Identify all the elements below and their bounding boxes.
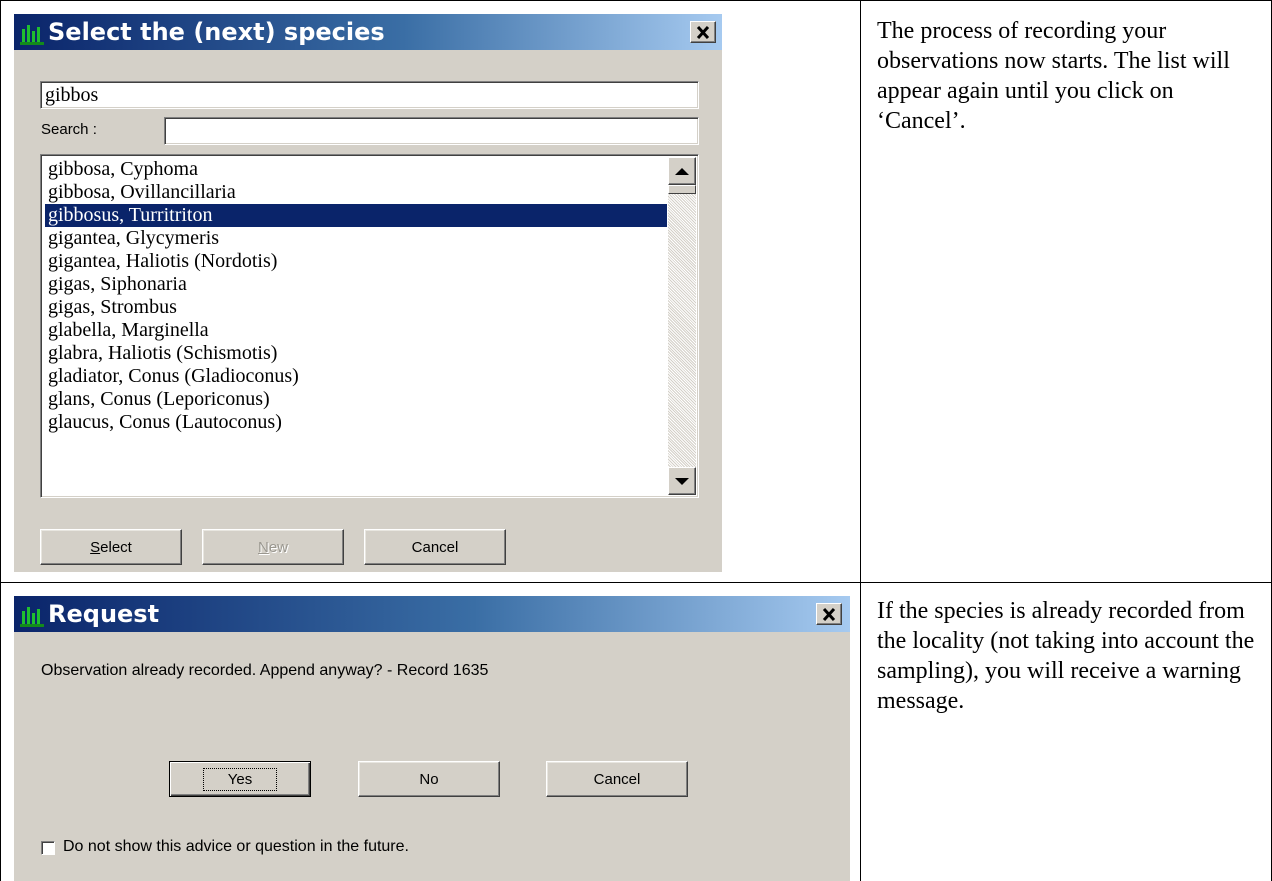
app-icon <box>20 607 44 627</box>
scroll-thumb[interactable] <box>668 185 696 194</box>
request-dialog: Request Observation already recorded. Ap… <box>14 596 850 881</box>
species-query-value: gibbos <box>45 84 99 106</box>
close-icon <box>822 607 836 621</box>
new-button-rest: ew <box>268 538 289 556</box>
caption-first: The process of recording your observatio… <box>877 18 1230 134</box>
scroll-up-icon <box>675 167 689 175</box>
new-button-label: New <box>258 539 288 556</box>
app-icon <box>20 25 44 45</box>
species-dialog-close-button[interactable] <box>690 21 716 43</box>
species-list-scrollbar[interactable] <box>668 157 696 495</box>
cancel-button[interactable]: Cancel <box>364 529 506 565</box>
list-item[interactable]: glabra, Haliotis (Schismotis) <box>45 342 667 365</box>
cancel-button-label: Cancel <box>411 538 459 556</box>
species-query-field[interactable]: gibbos <box>40 81 699 109</box>
caption-second: If the species is already recorded from … <box>877 598 1255 714</box>
select-button[interactable]: Select <box>40 529 182 565</box>
list-item[interactable]: gigantea, Glycymeris <box>45 227 667 250</box>
scroll-down-button[interactable] <box>668 467 696 495</box>
request-dialog-title: Request <box>48 600 160 628</box>
table-border-top <box>0 0 1272 1</box>
select-button-mnemonic: S <box>90 538 101 556</box>
list-item[interactable]: gigas, Siphonaria <box>45 273 667 296</box>
request-message: Observation already recorded. Append any… <box>41 662 489 679</box>
no-button-label: No <box>419 770 439 788</box>
list-item[interactable]: gigas, Strombus <box>45 296 667 319</box>
select-button-label: Select <box>90 539 132 556</box>
species-dialog-titlebar[interactable]: Select the (next) species <box>14 14 722 50</box>
request-cancel-button-label: Cancel <box>593 770 641 788</box>
no-button[interactable]: No <box>358 761 500 797</box>
table-column-divider <box>860 0 861 881</box>
species-list[interactable]: gibbosa, Cyphoma gibbosa, Ovillancillaria… <box>40 154 699 498</box>
scroll-up-button[interactable] <box>668 157 696 185</box>
yes-button-label: Yes <box>202 767 278 791</box>
close-icon <box>696 25 710 39</box>
list-item[interactable]: gladiator, Conus (Gladioconus) <box>45 365 667 388</box>
scroll-down-icon <box>675 477 689 485</box>
list-item[interactable]: glans, Conus (Leporiconus) <box>45 388 667 411</box>
species-dialog-title: Select the (next) species <box>48 18 385 46</box>
select-button-rest: elect <box>100 538 132 556</box>
table-border-left <box>0 0 1 881</box>
species-dialog: Select the (next) species gibbos Search … <box>14 14 722 572</box>
list-item[interactable]: gibbosa, Cyphoma <box>45 158 667 181</box>
request-cancel-button[interactable]: Cancel <box>546 761 688 797</box>
yes-button[interactable]: Yes <box>169 761 311 797</box>
table-row-divider <box>0 582 1272 583</box>
search-label: Search : <box>41 121 97 138</box>
do-not-show-label: Do not show this advice or question in t… <box>63 838 409 855</box>
list-item[interactable]: gibbosa, Ovillancillaria <box>45 181 667 204</box>
list-item[interactable]: glabella, Marginella <box>45 319 667 342</box>
new-button[interactable]: New <box>202 529 344 565</box>
list-item[interactable]: gibbosus, Turritriton <box>45 204 667 227</box>
request-dialog-close-button[interactable] <box>816 603 842 625</box>
search-input[interactable] <box>164 117 699 145</box>
request-dialog-titlebar[interactable]: Request <box>14 596 850 632</box>
new-button-mnemonic: N <box>257 538 269 556</box>
list-item[interactable]: glaucus, Conus (Lautoconus) <box>45 411 667 434</box>
do-not-show-checkbox[interactable] <box>41 841 55 855</box>
list-item[interactable]: gigantea, Haliotis (Nordotis) <box>45 250 667 273</box>
